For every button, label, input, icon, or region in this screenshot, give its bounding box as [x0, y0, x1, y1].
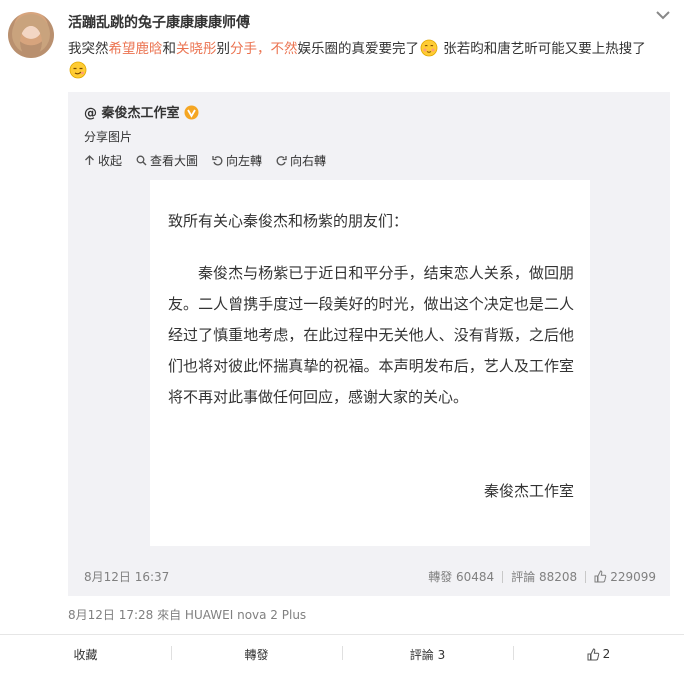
statement-signature: 秦俊杰工作室 [483, 482, 574, 500]
smirk-face-emoji-icon [69, 61, 87, 79]
post-text-part: 我突然 [68, 41, 109, 57]
repost-label: 轉發 [244, 647, 269, 662]
post-text-highlight[interactable]: 不然 [271, 41, 298, 57]
origin-repost-count[interactable]: 轉發 60484 [428, 568, 494, 585]
origin-post-stats: 轉發 60484 評論 88208 229099 [428, 568, 656, 585]
origin-author-name[interactable]: @ 秦俊杰工作室 [84, 106, 180, 121]
origin-author-line: @ 秦俊杰工作室 [84, 102, 199, 121]
like-button[interactable]: 2 [513, 635, 684, 673]
post-text-part: 别 [216, 41, 231, 57]
share-image-label: 分享图片 [84, 130, 133, 144]
post-text-highlight[interactable]: 分手， [230, 41, 271, 57]
rotate-right-label: 向右轉 [290, 154, 327, 168]
post-text: 我突然希望鹿晗和关晓彤别分手，不然娱乐圈的真爱要完了 张若昀和唐艺昕可能又要上热… [68, 38, 676, 82]
magnifier-icon [136, 155, 147, 166]
view-large-label: 查看大圖 [150, 154, 199, 168]
chevron-down-icon[interactable] [652, 6, 674, 24]
reposted-weibo-card: @ 秦俊杰工作室 分享图片 收起 查看大圖 向左轉 向右轉 致所有关心秦俊杰和杨… [68, 92, 670, 596]
thumbs-up-icon [594, 570, 607, 583]
rotate-left-icon [212, 156, 223, 166]
post-text-part: 和 [162, 41, 177, 57]
origin-like-count: 229099 [610, 569, 656, 584]
user-avatar[interactable] [8, 12, 54, 58]
favorite-button[interactable]: 收藏 [0, 635, 171, 673]
post-text-part: 娱乐圈的真爱要完了 [297, 41, 420, 57]
repost-button[interactable]: 轉發 [171, 635, 342, 673]
collapse-icon [85, 155, 94, 165]
post-meta[interactable]: 8月12日 17:28 來自 HUAWEI nova 2 Plus [68, 606, 306, 623]
origin-comment-count[interactable]: 評論 88208 [511, 568, 577, 585]
rotate-right-icon [276, 156, 287, 166]
post-text-highlight[interactable]: 关晓彤 [176, 41, 217, 57]
origin-post-date[interactable]: 8月12日 16:37 [84, 568, 169, 585]
favorite-label: 收藏 [73, 647, 98, 662]
rotate-left-button[interactable]: 向左轉 [212, 152, 262, 169]
comment-label: 評論 3 [409, 647, 446, 662]
verified-badge-icon [184, 105, 199, 120]
statement-greeting: 致所有关心秦俊杰和杨紫的朋友们： [168, 212, 409, 230]
collapse-image-button[interactable]: 收起 [84, 152, 122, 169]
shy-face-emoji-icon [420, 39, 438, 57]
rotate-right-button[interactable]: 向右轉 [276, 152, 326, 169]
image-toolbar: 收起 查看大圖 向左轉 向右轉 [84, 152, 326, 169]
statement-body: 秦俊杰与杨紫已于近日和平分手，结束恋人关系，做回朋友。二人曾携手度过一段美好的时… [168, 264, 574, 406]
comment-button[interactable]: 評論 3 [342, 635, 513, 673]
post-author-name[interactable]: 活蹦乱跳的兔子康康康康师傅 [68, 12, 250, 32]
thumbs-up-icon [587, 647, 599, 660]
post-action-bar: 收藏 轉發 評論 3 2 [0, 634, 684, 673]
origin-like-button[interactable]: 229099 [594, 570, 656, 584]
collapse-label: 收起 [98, 154, 123, 168]
divider [585, 570, 587, 583]
view-large-image-button[interactable]: 查看大圖 [136, 152, 198, 169]
post-text-part: 张若昀和唐艺昕可能又要上热搜了 [439, 41, 646, 57]
post-text-highlight[interactable]: 希望鹿晗 [109, 41, 163, 57]
rotate-left-label: 向左轉 [226, 154, 263, 168]
divider [502, 570, 504, 583]
statement-image[interactable]: 致所有关心秦俊杰和杨紫的朋友们： 秦俊杰与杨紫已于近日和平分手，结束恋人关系，做… [150, 180, 590, 546]
like-count: 2 [602, 647, 611, 661]
